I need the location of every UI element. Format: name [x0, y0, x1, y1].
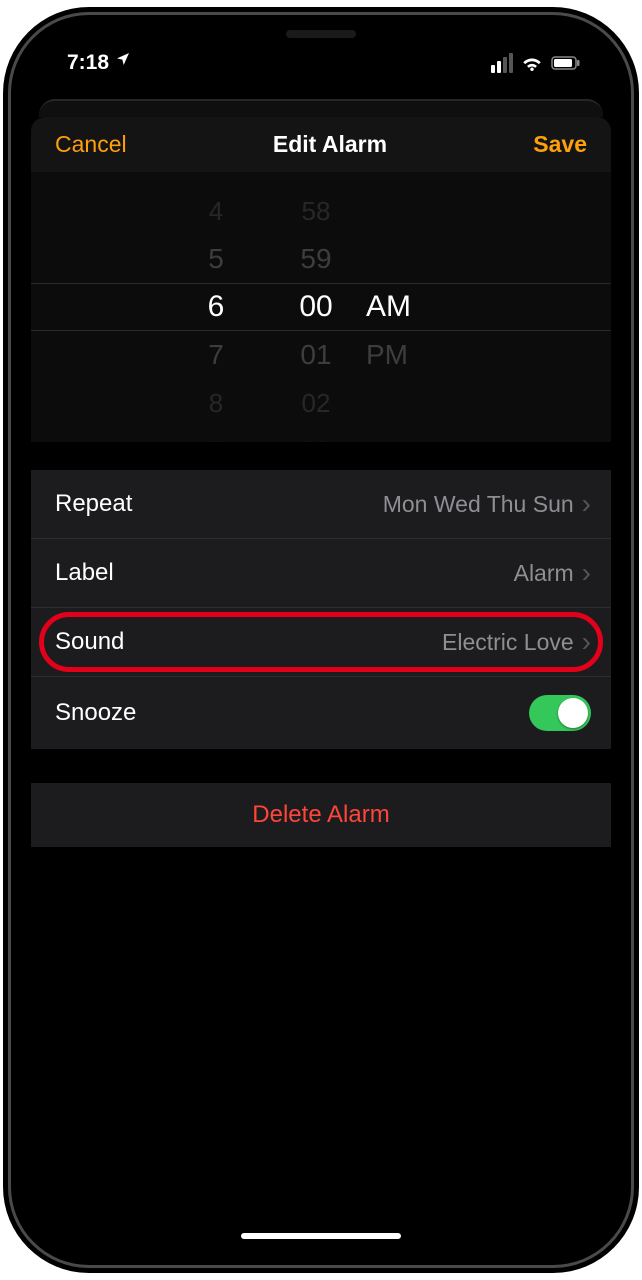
- settings-list: Repeat Mon Wed Thu Sun › Label Alarm › S…: [31, 470, 611, 749]
- notch: [176, 15, 466, 55]
- row-sound[interactable]: Sound Electric Love ›: [31, 608, 611, 677]
- home-indicator[interactable]: [241, 1233, 401, 1239]
- delete-alarm-button[interactable]: Delete Alarm: [252, 801, 389, 829]
- minute-column[interactable]: 57 58 59 00 01 02 03: [266, 172, 366, 442]
- status-time: 7:18: [67, 51, 109, 75]
- cellular-icon: [491, 53, 513, 73]
- chevron-right-icon: ›: [582, 557, 591, 589]
- sound-label: Sound: [55, 628, 124, 656]
- row-repeat[interactable]: Repeat Mon Wed Thu Sun ›: [31, 470, 611, 539]
- row-label[interactable]: Label Alarm ›: [31, 539, 611, 608]
- time-picker[interactable]: 3 4 5 6 7 8 9 57 58 59 00 01 02 03: [31, 172, 611, 442]
- row-snooze: Snooze: [31, 677, 611, 749]
- snooze-toggle[interactable]: [529, 695, 591, 731]
- page-title: Edit Alarm: [273, 131, 387, 158]
- chevron-right-icon: ›: [582, 488, 591, 520]
- ampm-column[interactable]: AM PM: [366, 172, 476, 442]
- battery-icon: [551, 56, 581, 70]
- hour-column[interactable]: 3 4 5 6 7 8 9: [166, 172, 266, 442]
- wifi-icon: [521, 55, 543, 71]
- sheet-stack-behind: [39, 99, 603, 117]
- cancel-button[interactable]: Cancel: [55, 131, 127, 158]
- label-label: Label: [55, 559, 114, 587]
- location-icon: [115, 51, 131, 72]
- save-button[interactable]: Save: [533, 131, 587, 158]
- chevron-right-icon: ›: [582, 626, 591, 658]
- screen: 7:18: [27, 31, 615, 1249]
- sound-value: Electric Love: [442, 629, 574, 656]
- nav-bar: Cancel Edit Alarm Save: [31, 117, 611, 172]
- snooze-label: Snooze: [55, 699, 136, 727]
- delete-section: Delete Alarm: [31, 783, 611, 847]
- repeat-value: Mon Wed Thu Sun: [383, 491, 574, 518]
- label-value: Alarm: [514, 560, 574, 587]
- repeat-label: Repeat: [55, 490, 132, 518]
- phone-frame: 7:18: [11, 15, 631, 1265]
